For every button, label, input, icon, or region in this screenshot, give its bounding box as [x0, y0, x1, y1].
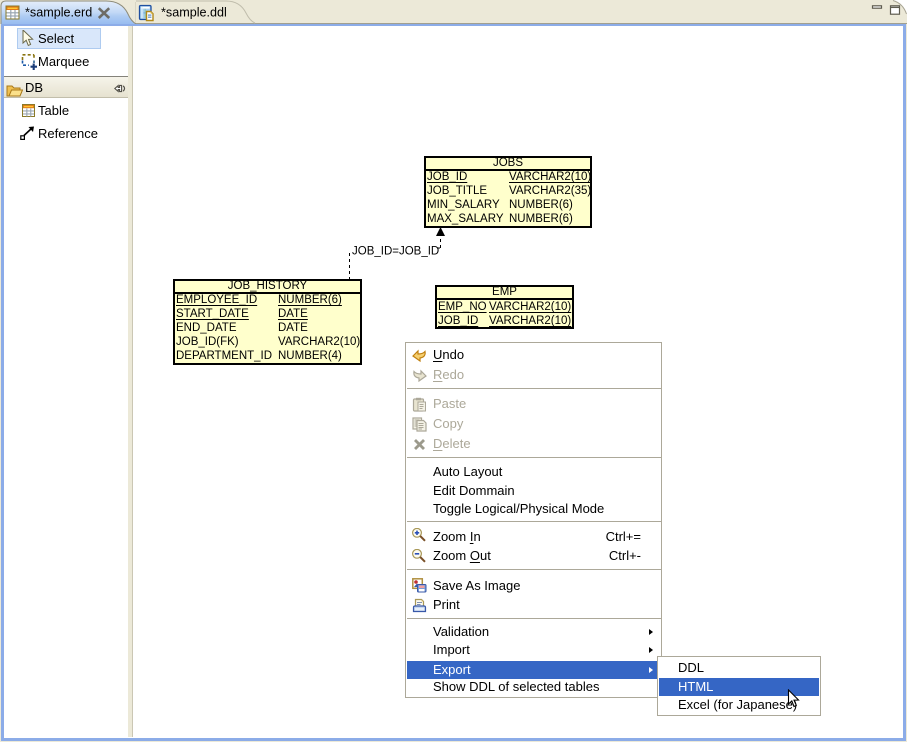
svg-text:JOB_ID=JOB_ID: JOB_ID=JOB_ID — [352, 246, 439, 258]
svg-text:*sample.ddl: *sample.ddl — [161, 6, 227, 20]
svg-text:*sample.erd: *sample.erd — [25, 6, 92, 20]
